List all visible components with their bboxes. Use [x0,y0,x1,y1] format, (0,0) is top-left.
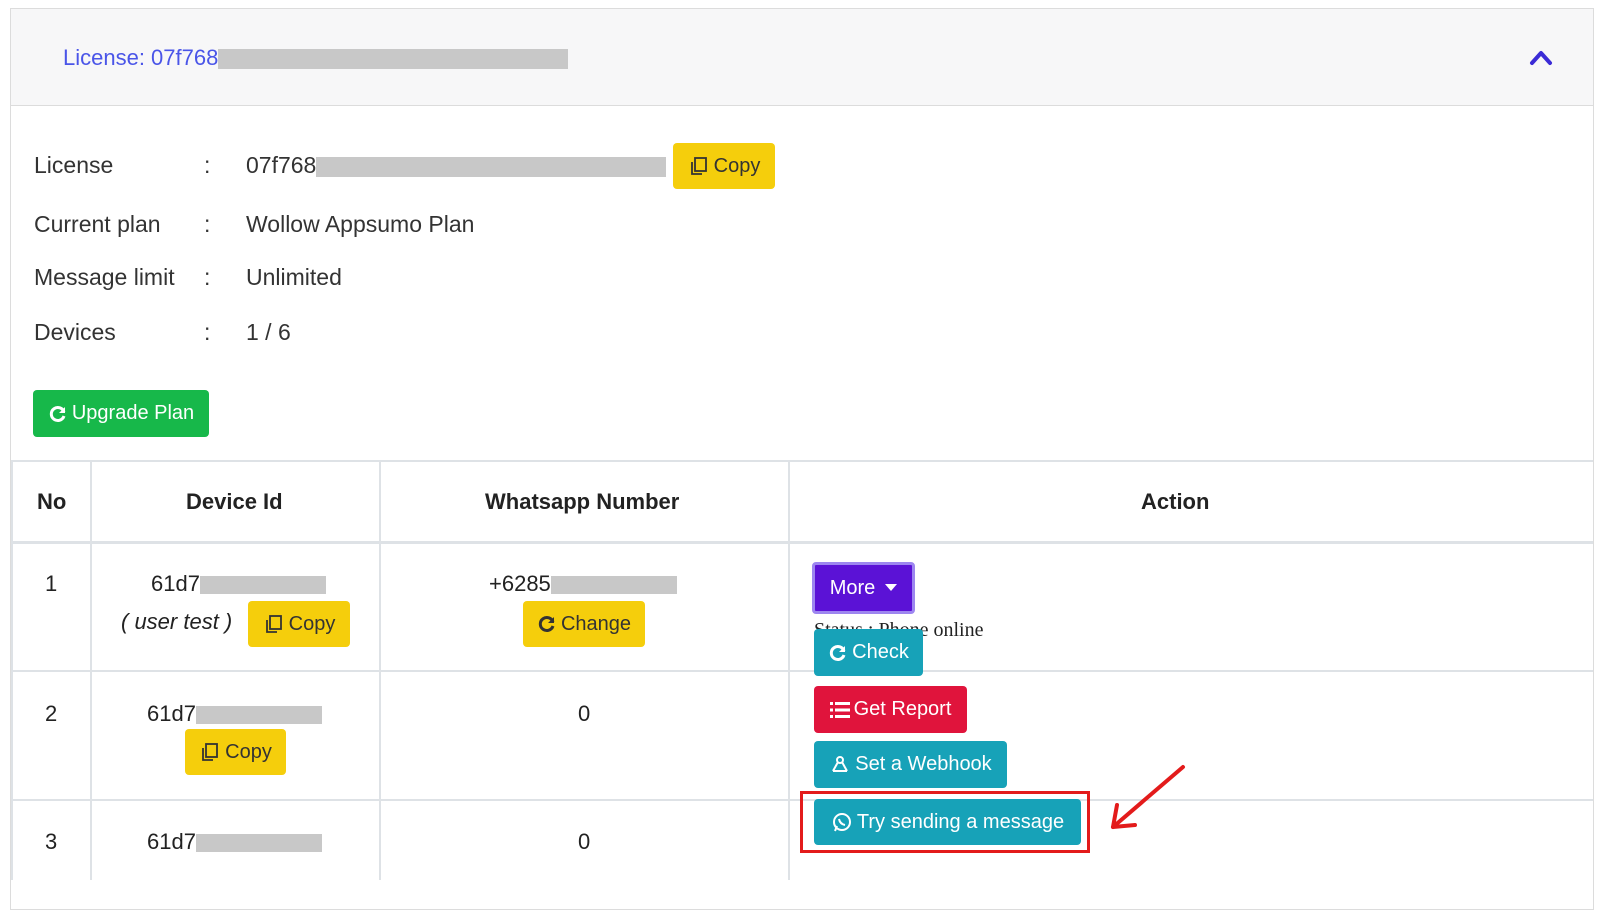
get-report-button[interactable]: Get Report [814,686,967,733]
refresh-icon [49,405,66,422]
copy-icon [690,157,707,175]
license-header-title[interactable]: License: 07f768 [63,45,569,71]
plan-label: Current plan [34,211,161,237]
devices-label: Devices [34,319,116,345]
get-report-label: Get Report [853,698,952,720]
upgrade-plan-label: Upgrade Plan [71,402,195,424]
copy-license-button[interactable]: Copy [673,143,775,189]
row-no: 3 [45,829,58,854]
annotation-highlight-box [800,791,1090,853]
copy-device-button[interactable]: Copy [185,729,286,775]
device-id-text: 61d7 [147,829,196,854]
header-device-id: Device Id [186,489,283,514]
set-webhook-button[interactable]: Set a Webhook [814,741,1007,788]
redacted-license-value [316,156,667,177]
header-whatsapp-number: Whatsapp Number [485,489,680,514]
webhook-icon [832,755,849,772]
device-note: ( user test ) [121,609,233,634]
devices-row: Devices: 1 / 6 [34,319,291,346]
limit-value: Unlimited [246,264,342,290]
upgrade-plan-button[interactable]: Upgrade Plan [33,390,209,437]
chevron-up-icon[interactable] [1529,47,1553,67]
limit-row: Message limit: Unlimited [34,264,342,291]
colon: : [204,319,211,345]
whatsapp-number: +6285 [489,571,677,597]
whatsapp-number-text: +6285 [489,571,551,596]
arrow-annotation [1111,765,1185,829]
license-value: 07f768 [246,152,317,178]
change-number-button[interactable]: Change [523,601,645,647]
change-label: Change [560,612,632,635]
redacted-license [218,49,569,70]
copy-label: Copy [225,740,272,763]
device-id-text: 61d7 [147,701,196,726]
refresh-icon [538,616,555,632]
copy-label: Copy [288,612,336,635]
caret-down-icon [885,584,898,591]
plan-value: Wollow Appsumo Plan [246,211,475,237]
license-header-text: License: 07f768 [63,45,219,70]
device-id: 61d7 [147,829,322,855]
set-webhook-label: Set a Webhook [855,753,992,775]
colon: : [204,211,211,237]
license-label: License [34,152,114,178]
check-status-button[interactable]: Check [814,629,923,676]
list-icon [829,701,850,718]
header-no: No [37,489,67,514]
license-card: License: 07f768 License: 07f768 Copy Curr… [10,8,1594,910]
devices-value: 1 / 6 [246,319,291,345]
redacted-number [550,576,677,595]
row-no: 2 [45,701,58,726]
whatsapp-number: 0 [578,829,591,854]
copy-icon [202,743,219,761]
check-label: Check [852,641,909,663]
refresh-icon [829,644,846,661]
colon: : [204,152,211,178]
colon: : [204,264,211,290]
device-id-text: 61d7 [151,571,200,596]
more-dropdown-button[interactable]: More [812,562,915,614]
copy-device-button[interactable]: Copy [248,601,350,647]
copy-icon [265,615,282,633]
device-id: 61d7 [151,571,326,597]
card-header[interactable]: License: 07f768 [11,9,1593,106]
redacted-device-id [195,834,322,853]
row-no: 1 [45,571,58,596]
header-action: Action [1141,489,1210,514]
more-label: More [829,576,876,599]
device-id: 61d7 [147,701,322,727]
redacted-device-id [199,576,326,595]
license-row: License: 07f768 [34,152,667,179]
limit-label: Message limit [34,264,175,290]
plan-row: Current plan: Wollow Appsumo Plan [34,211,474,238]
copy-label: Copy [713,154,761,177]
whatsapp-number: 0 [578,701,591,726]
redacted-device-id [195,706,322,725]
